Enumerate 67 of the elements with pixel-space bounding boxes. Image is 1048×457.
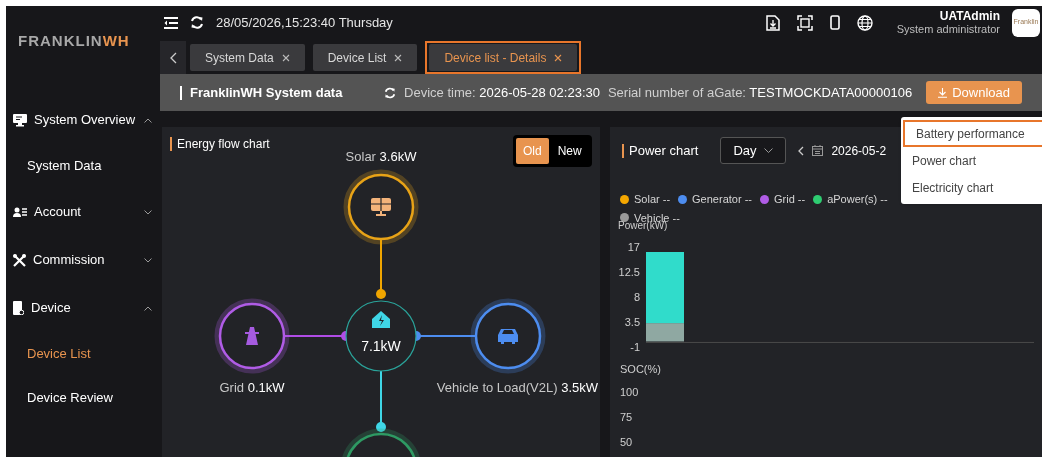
node-label: Solar 3.6kW: [345, 148, 417, 166]
period-select[interactable]: Day: [720, 137, 787, 164]
sidebar-item[interactable]: System Overview: [6, 96, 160, 144]
device-time: Device time: 2026-05-28 02:23:30: [404, 83, 600, 102]
axis-title: SOC(%): [620, 362, 661, 377]
power-tower-icon: [245, 327, 259, 345]
legend-label[interactable]: Generator --: [692, 191, 752, 208]
page-title: FranklinWH System data: [190, 83, 343, 102]
close-icon[interactable]: [554, 53, 563, 62]
tab[interactable]: Device List: [312, 44, 418, 72]
home-node: [345, 300, 417, 372]
sidebar-subitem[interactable]: Device List: [6, 332, 160, 376]
globe-icon[interactable]: [856, 14, 873, 31]
user-list-icon: [13, 206, 27, 218]
date-field[interactable]: 2026-05-2: [831, 141, 887, 160]
close-icon[interactable]: [394, 53, 403, 62]
axis-tick-label: 8: [633, 291, 640, 303]
menu-collapse-icon[interactable]: [164, 16, 178, 29]
legend-label[interactable]: Grid --: [774, 191, 806, 208]
phone-icon[interactable]: [829, 15, 840, 31]
connector-line: [376, 238, 386, 299]
axis-tick-label: 3.5: [624, 316, 640, 328]
sidebar-subitem[interactable]: Device Review: [6, 376, 160, 420]
refresh-icon[interactable]: [384, 86, 397, 99]
chevron-left-icon[interactable]: [798, 145, 805, 156]
tools-icon: [13, 253, 26, 267]
sidebar-item[interactable]: Device: [6, 284, 160, 332]
axis-tick-label: 75: [620, 409, 634, 425]
device-icon: [13, 301, 24, 315]
refresh-icon[interactable]: [190, 16, 204, 30]
chevron-left-icon[interactable]: [169, 51, 177, 64]
connector-line: [376, 370, 386, 432]
download-icon: [938, 87, 948, 98]
legend-label[interactable]: Solar --: [634, 191, 671, 208]
user-name: UATAdmin: [939, 9, 1000, 23]
car-icon: [498, 329, 518, 344]
document-download-icon[interactable]: [765, 14, 780, 31]
menu-item[interactable]: Power chart: [901, 147, 1042, 174]
axis-tick-label: -1: [630, 341, 640, 353]
calendar-icon[interactable]: [812, 145, 824, 156]
home-icon: [372, 311, 390, 328]
serial-number: Serial number of aGate: TESTMOCKDATA00000106: [607, 83, 913, 102]
monitor-icon: [13, 113, 27, 127]
tab[interactable]: Device list - Details: [429, 44, 578, 72]
solar-panel-icon: [370, 197, 392, 216]
menu-item[interactable]: Electricity chart: [901, 174, 1042, 201]
fullscreen-icon[interactable]: [796, 14, 813, 31]
tab[interactable]: System Data: [190, 44, 305, 72]
close-icon[interactable]: [281, 53, 290, 62]
node-label: Vehicle to Load(V2L) 3.5kW: [436, 379, 598, 397]
menu-item[interactable]: Battery performance: [903, 120, 1042, 147]
logo: FRANKLINWH: [18, 30, 130, 51]
legend-label[interactable]: aPower(s) --: [827, 191, 888, 208]
axis-tick-label: 100: [620, 384, 640, 400]
axis-tick-label: 17: [627, 241, 640, 253]
date-time: 28/05/2026,15:23:40 Thursday: [216, 13, 393, 32]
axis-tick-label: 50: [620, 434, 634, 450]
node-label: Grid 0.1kW: [219, 379, 285, 397]
home-power-value: 7.1kW: [361, 337, 401, 356]
sidebar-subitem[interactable]: System Data: [6, 144, 160, 188]
axis-tick-label: 12.5: [618, 266, 640, 278]
panel-title: Energy flow chart: [177, 136, 270, 153]
sidebar-item[interactable]: Account: [6, 188, 160, 236]
chevron-down-icon: [764, 148, 774, 153]
sidebar-item[interactable]: Commission: [6, 236, 160, 284]
panel-title: Power chart: [629, 141, 699, 160]
user-role: System administrator: [896, 22, 1000, 36]
